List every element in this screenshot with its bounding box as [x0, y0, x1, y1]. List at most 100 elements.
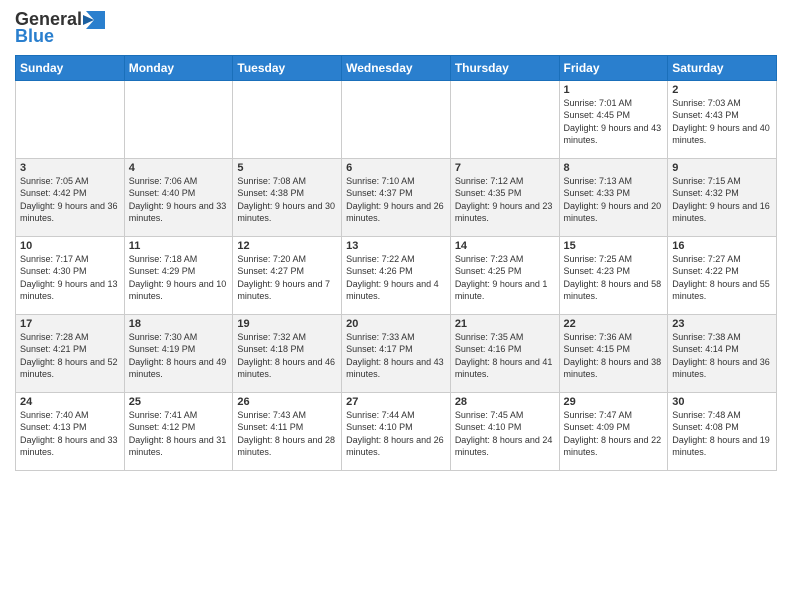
- day-info: Sunrise: 7:05 AM Sunset: 4:42 PM Dayligh…: [20, 175, 120, 225]
- day-info: Sunrise: 7:23 AM Sunset: 4:25 PM Dayligh…: [455, 253, 555, 303]
- logo-icon: [83, 11, 105, 29]
- header-day-sunday: Sunday: [16, 55, 125, 80]
- header-day-wednesday: Wednesday: [342, 55, 451, 80]
- calendar-cell: 8Sunrise: 7:13 AM Sunset: 4:33 PM Daylig…: [559, 158, 668, 236]
- day-info: Sunrise: 7:43 AM Sunset: 4:11 PM Dayligh…: [237, 409, 337, 459]
- calendar-week-1: 1Sunrise: 7:01 AM Sunset: 4:45 PM Daylig…: [16, 80, 777, 158]
- day-number: 10: [20, 240, 120, 252]
- calendar-cell: 27Sunrise: 7:44 AM Sunset: 4:10 PM Dayli…: [342, 392, 451, 470]
- day-number: 7: [455, 162, 555, 174]
- day-info: Sunrise: 7:47 AM Sunset: 4:09 PM Dayligh…: [564, 409, 664, 459]
- day-number: 2: [672, 84, 772, 96]
- calendar-cell: 17Sunrise: 7:28 AM Sunset: 4:21 PM Dayli…: [16, 314, 125, 392]
- day-number: 12: [237, 240, 337, 252]
- day-info: Sunrise: 7:17 AM Sunset: 4:30 PM Dayligh…: [20, 253, 120, 303]
- calendar-cell: 15Sunrise: 7:25 AM Sunset: 4:23 PM Dayli…: [559, 236, 668, 314]
- day-number: 23: [672, 318, 772, 330]
- calendar-week-3: 10Sunrise: 7:17 AM Sunset: 4:30 PM Dayli…: [16, 236, 777, 314]
- calendar-cell: [342, 80, 451, 158]
- calendar-cell: 3Sunrise: 7:05 AM Sunset: 4:42 PM Daylig…: [16, 158, 125, 236]
- header-day-tuesday: Tuesday: [233, 55, 342, 80]
- day-number: 8: [564, 162, 664, 174]
- header-day-thursday: Thursday: [450, 55, 559, 80]
- calendar-cell: 22Sunrise: 7:36 AM Sunset: 4:15 PM Dayli…: [559, 314, 668, 392]
- day-info: Sunrise: 7:32 AM Sunset: 4:18 PM Dayligh…: [237, 331, 337, 381]
- day-info: Sunrise: 7:40 AM Sunset: 4:13 PM Dayligh…: [20, 409, 120, 459]
- day-info: Sunrise: 7:35 AM Sunset: 4:16 PM Dayligh…: [455, 331, 555, 381]
- day-number: 9: [672, 162, 772, 174]
- calendar-body: 1Sunrise: 7:01 AM Sunset: 4:45 PM Daylig…: [16, 80, 777, 470]
- calendar-cell: 9Sunrise: 7:15 AM Sunset: 4:32 PM Daylig…: [668, 158, 777, 236]
- calendar-cell: 25Sunrise: 7:41 AM Sunset: 4:12 PM Dayli…: [124, 392, 233, 470]
- day-number: 21: [455, 318, 555, 330]
- calendar-cell: 16Sunrise: 7:27 AM Sunset: 4:22 PM Dayli…: [668, 236, 777, 314]
- calendar-cell: 24Sunrise: 7:40 AM Sunset: 4:13 PM Dayli…: [16, 392, 125, 470]
- calendar-cell: 10Sunrise: 7:17 AM Sunset: 4:30 PM Dayli…: [16, 236, 125, 314]
- day-number: 16: [672, 240, 772, 252]
- calendar-header-row: SundayMondayTuesdayWednesdayThursdayFrid…: [16, 55, 777, 80]
- day-number: 30: [672, 396, 772, 408]
- day-info: Sunrise: 7:15 AM Sunset: 4:32 PM Dayligh…: [672, 175, 772, 225]
- calendar-week-2: 3Sunrise: 7:05 AM Sunset: 4:42 PM Daylig…: [16, 158, 777, 236]
- calendar-cell: 23Sunrise: 7:38 AM Sunset: 4:14 PM Dayli…: [668, 314, 777, 392]
- day-info: Sunrise: 7:22 AM Sunset: 4:26 PM Dayligh…: [346, 253, 446, 303]
- day-number: 14: [455, 240, 555, 252]
- day-info: Sunrise: 7:28 AM Sunset: 4:21 PM Dayligh…: [20, 331, 120, 381]
- day-info: Sunrise: 7:10 AM Sunset: 4:37 PM Dayligh…: [346, 175, 446, 225]
- day-number: 22: [564, 318, 664, 330]
- day-info: Sunrise: 7:45 AM Sunset: 4:10 PM Dayligh…: [455, 409, 555, 459]
- calendar-cell: [233, 80, 342, 158]
- calendar-cell: 29Sunrise: 7:47 AM Sunset: 4:09 PM Dayli…: [559, 392, 668, 470]
- day-number: 3: [20, 162, 120, 174]
- calendar-cell: 18Sunrise: 7:30 AM Sunset: 4:19 PM Dayli…: [124, 314, 233, 392]
- calendar-cell: 21Sunrise: 7:35 AM Sunset: 4:16 PM Dayli…: [450, 314, 559, 392]
- day-info: Sunrise: 7:44 AM Sunset: 4:10 PM Dayligh…: [346, 409, 446, 459]
- day-info: Sunrise: 7:20 AM Sunset: 4:27 PM Dayligh…: [237, 253, 337, 303]
- day-info: Sunrise: 7:13 AM Sunset: 4:33 PM Dayligh…: [564, 175, 664, 225]
- day-number: 13: [346, 240, 446, 252]
- header-day-friday: Friday: [559, 55, 668, 80]
- calendar-cell: 1Sunrise: 7:01 AM Sunset: 4:45 PM Daylig…: [559, 80, 668, 158]
- calendar-week-5: 24Sunrise: 7:40 AM Sunset: 4:13 PM Dayli…: [16, 392, 777, 470]
- day-number: 26: [237, 396, 337, 408]
- calendar-cell: 2Sunrise: 7:03 AM Sunset: 4:43 PM Daylig…: [668, 80, 777, 158]
- day-info: Sunrise: 7:01 AM Sunset: 4:45 PM Dayligh…: [564, 97, 664, 147]
- calendar-cell: 30Sunrise: 7:48 AM Sunset: 4:08 PM Dayli…: [668, 392, 777, 470]
- day-number: 4: [129, 162, 229, 174]
- day-info: Sunrise: 7:48 AM Sunset: 4:08 PM Dayligh…: [672, 409, 772, 459]
- calendar-table: SundayMondayTuesdayWednesdayThursdayFrid…: [15, 55, 777, 471]
- day-number: 20: [346, 318, 446, 330]
- calendar-cell: 11Sunrise: 7:18 AM Sunset: 4:29 PM Dayli…: [124, 236, 233, 314]
- day-number: 18: [129, 318, 229, 330]
- day-number: 28: [455, 396, 555, 408]
- day-number: 17: [20, 318, 120, 330]
- calendar-cell: 19Sunrise: 7:32 AM Sunset: 4:18 PM Dayli…: [233, 314, 342, 392]
- day-number: 15: [564, 240, 664, 252]
- day-number: 5: [237, 162, 337, 174]
- day-info: Sunrise: 7:18 AM Sunset: 4:29 PM Dayligh…: [129, 253, 229, 303]
- header-day-saturday: Saturday: [668, 55, 777, 80]
- day-info: Sunrise: 7:36 AM Sunset: 4:15 PM Dayligh…: [564, 331, 664, 381]
- day-info: Sunrise: 7:12 AM Sunset: 4:35 PM Dayligh…: [455, 175, 555, 225]
- calendar-week-4: 17Sunrise: 7:28 AM Sunset: 4:21 PM Dayli…: [16, 314, 777, 392]
- calendar-cell: 7Sunrise: 7:12 AM Sunset: 4:35 PM Daylig…: [450, 158, 559, 236]
- day-info: Sunrise: 7:06 AM Sunset: 4:40 PM Dayligh…: [129, 175, 229, 225]
- calendar-cell: [450, 80, 559, 158]
- calendar-cell: 12Sunrise: 7:20 AM Sunset: 4:27 PM Dayli…: [233, 236, 342, 314]
- calendar-cell: 20Sunrise: 7:33 AM Sunset: 4:17 PM Dayli…: [342, 314, 451, 392]
- day-info: Sunrise: 7:33 AM Sunset: 4:17 PM Dayligh…: [346, 331, 446, 381]
- day-info: Sunrise: 7:27 AM Sunset: 4:22 PM Dayligh…: [672, 253, 772, 303]
- day-number: 29: [564, 396, 664, 408]
- main-container: General Blue SundayMondayTuesdayWednesda…: [0, 0, 792, 476]
- calendar-cell: 6Sunrise: 7:10 AM Sunset: 4:37 PM Daylig…: [342, 158, 451, 236]
- logo: General Blue: [15, 10, 105, 47]
- day-number: 27: [346, 396, 446, 408]
- day-info: Sunrise: 7:30 AM Sunset: 4:19 PM Dayligh…: [129, 331, 229, 381]
- calendar-cell: [124, 80, 233, 158]
- calendar-cell: 13Sunrise: 7:22 AM Sunset: 4:26 PM Dayli…: [342, 236, 451, 314]
- day-number: 19: [237, 318, 337, 330]
- calendar-cell: [16, 80, 125, 158]
- calendar-cell: 28Sunrise: 7:45 AM Sunset: 4:10 PM Dayli…: [450, 392, 559, 470]
- day-info: Sunrise: 7:03 AM Sunset: 4:43 PM Dayligh…: [672, 97, 772, 147]
- day-info: Sunrise: 7:41 AM Sunset: 4:12 PM Dayligh…: [129, 409, 229, 459]
